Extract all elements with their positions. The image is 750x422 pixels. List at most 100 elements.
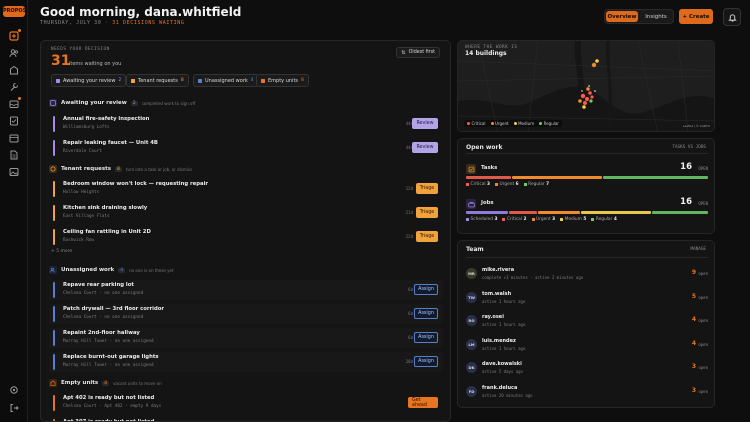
- legend-count: 3: [487, 182, 491, 187]
- inbox-icon[interactable]: [8, 97, 21, 110]
- row-subtitle: Murray Hill Tower · no one assigned: [63, 339, 154, 344]
- settings-icon[interactable]: [8, 384, 20, 396]
- decision-row[interactable]: Annual fire-safety inspection Williamsbur…: [49, 114, 443, 134]
- needs-label: NEEDS YOUR DECISION: [51, 47, 110, 52]
- row-subtitle: Williamsburg Lofts: [63, 125, 110, 130]
- team-member-row[interactable]: DK dave.kowalski active 5 days ago 3 open: [466, 359, 708, 377]
- building-icon[interactable]: [8, 64, 20, 76]
- row-action-button[interactable]: Triage: [416, 207, 438, 218]
- decision-row[interactable]: Ceiling fan rattling in Unit 2D Bushwick …: [49, 227, 443, 247]
- map-panel[interactable]: WHERE THE WORK IS 14 buildings Critical U…: [457, 40, 715, 132]
- jobs-unit: OPEN: [698, 201, 708, 206]
- team-member-row[interactable]: FD frank.deluca active 20 minutes ago 3 open: [466, 383, 708, 401]
- manage-team-link[interactable]: MANAGE: [690, 247, 706, 252]
- decision-row[interactable]: Apt 402 is ready but not listed Chelsea C…: [49, 393, 443, 413]
- map-legend: Critical Urgent Medium Regular: [464, 120, 562, 127]
- avatar: DK: [466, 362, 477, 373]
- row-action-button[interactable]: Assign: [414, 284, 438, 295]
- member-open-label: open: [698, 365, 708, 370]
- jobs-legend: Scheduled 3 Critical 2 Urgent 3 Medium 5 Regular…: [466, 217, 617, 222]
- decision-row[interactable]: Bedroom window won't lock — requesting r…: [49, 179, 443, 199]
- logout-icon[interactable]: [8, 402, 20, 414]
- decision-row[interactable]: Repave rear parking lot Chelsea Court · n…: [49, 280, 443, 300]
- decision-row[interactable]: Replace burnt-out garage lights Murray Hi…: [49, 352, 443, 372]
- map-attribution[interactable]: Leaflet | © CARTO: [683, 124, 710, 128]
- show-more-link[interactable]: + 5 more: [51, 249, 72, 254]
- section-title: Tenant requests: [61, 166, 112, 172]
- row-action-button[interactable]: Assign: [414, 308, 438, 319]
- tasks-icon: [466, 164, 476, 174]
- filter-chip[interactable]: Tenant requests 8: [126, 74, 189, 87]
- member-name: ray.osei: [482, 314, 504, 320]
- row-age: 21d: [405, 210, 413, 215]
- row-subtitle: Riverdale Court: [63, 149, 102, 154]
- tasks-breakdown[interactable]: Tasks 16 OPEN Critical 3 Urgent 6 Regular 7: [466, 162, 708, 189]
- notifications-button[interactable]: [723, 8, 741, 26]
- brand-logo[interactable]: PROPOS: [3, 6, 26, 17]
- row-action-button[interactable]: Review: [412, 142, 438, 153]
- tasks-bar: [466, 176, 708, 179]
- row-action-button[interactable]: Get ahead: [408, 397, 438, 408]
- row-title: Repave rear parking lot: [63, 282, 134, 288]
- row-action-button[interactable]: Review: [412, 118, 438, 129]
- chip-label: Awaiting your review: [63, 77, 116, 84]
- decision-row[interactable]: Repaint 2nd-floor hallway Murray Hill Tow…: [49, 328, 443, 348]
- row-action-button[interactable]: Assign: [414, 332, 438, 343]
- team-member-row[interactable]: MR mike.rivera complete +3 minutes · activ…: [466, 265, 708, 283]
- decision-row[interactable]: Kitchen sink draining slowly East Village…: [49, 203, 443, 223]
- tab-insights[interactable]: Insights: [640, 11, 672, 22]
- row-accent: [53, 229, 55, 245]
- legend-dot: [490, 122, 494, 125]
- row-title: Repaint 2nd-floor hallway: [63, 330, 140, 336]
- chip-count: 4: [250, 78, 254, 83]
- decision-row[interactable]: Repair leaking faucet — Unit 4B Riverdale…: [49, 138, 443, 158]
- legend-label: Critical: [506, 217, 523, 222]
- row-subtitle: Chelsea Court · no one assigned: [63, 315, 144, 320]
- legend-count: 4: [613, 217, 617, 222]
- jobs-count: 16: [680, 197, 692, 207]
- team-member-row[interactable]: LM luis.mendez active 1 hours ago 4 open: [466, 336, 708, 354]
- decision-row[interactable]: Apt 307 is ready but not listedGet ahead: [49, 417, 443, 421]
- member-open-count: 4: [691, 339, 696, 347]
- jobs-breakdown[interactable]: Jobs 16 OPEN Scheduled 3 Critical 2 Urgent 3 M…: [466, 197, 708, 224]
- member-status: complete +3 minutes · active 3 minutes a…: [482, 275, 584, 280]
- checklist-icon[interactable]: [8, 115, 20, 127]
- row-accent: [53, 205, 55, 221]
- row-subtitle: Chelsea Court · no one assigned: [63, 291, 144, 296]
- document-icon[interactable]: [8, 149, 20, 161]
- sort-oldest-button[interactable]: ⇅ Oldest first: [396, 47, 440, 58]
- row-action-button[interactable]: Assign: [414, 356, 438, 367]
- sort-label: Oldest first: [408, 50, 435, 55]
- legend-swatch: [560, 218, 564, 221]
- row-action-button[interactable]: Triage: [416, 231, 438, 242]
- create-button[interactable]: + Create: [679, 9, 713, 24]
- calendar-icon[interactable]: [8, 132, 20, 144]
- map-legend-item: Regular: [539, 121, 559, 126]
- row-title: Patch drywall — 3rd floor corridor: [63, 306, 164, 312]
- legend-label: Regular: [528, 182, 545, 187]
- tasks-count: 16: [680, 162, 692, 172]
- team-member-row[interactable]: RO ray.osei active 1 hours ago 4 open: [466, 312, 708, 330]
- dashboard-icon[interactable]: [8, 29, 21, 42]
- filter-chip[interactable]: Unassigned work 4: [193, 74, 259, 87]
- row-age: 22d: [405, 234, 413, 239]
- row-action-button[interactable]: Triage: [416, 183, 438, 194]
- filter-chip[interactable]: Empty units 8: [256, 74, 309, 87]
- people-icon[interactable]: [8, 47, 20, 59]
- row-accent: [53, 282, 55, 298]
- jobs-bar-segment: [509, 211, 537, 214]
- avatar: TW: [466, 291, 477, 303]
- image-icon[interactable]: [8, 166, 20, 178]
- wrench-icon[interactable]: [8, 81, 20, 93]
- team-member-row[interactable]: TW tom.walsh active 1 hours ago 5 open: [466, 289, 708, 307]
- chip-label: Unassigned work: [205, 77, 248, 84]
- member-status: active 1 hours ago: [482, 298, 526, 304]
- member-name: frank.deluca: [482, 384, 518, 391]
- legend-label: Scheduled: [470, 217, 493, 222]
- tab-overview[interactable]: Overview: [606, 11, 638, 22]
- header-subtitle: THURSDAY, JULY 30 · 31 DECISIONS WAITING: [40, 20, 184, 26]
- legend-dot: [539, 122, 543, 125]
- row-accent: [53, 395, 55, 411]
- decision-row[interactable]: Patch drywall — 3rd floor corridor Chelse…: [49, 304, 443, 324]
- filter-chip[interactable]: Awaiting your review 2: [51, 74, 127, 87]
